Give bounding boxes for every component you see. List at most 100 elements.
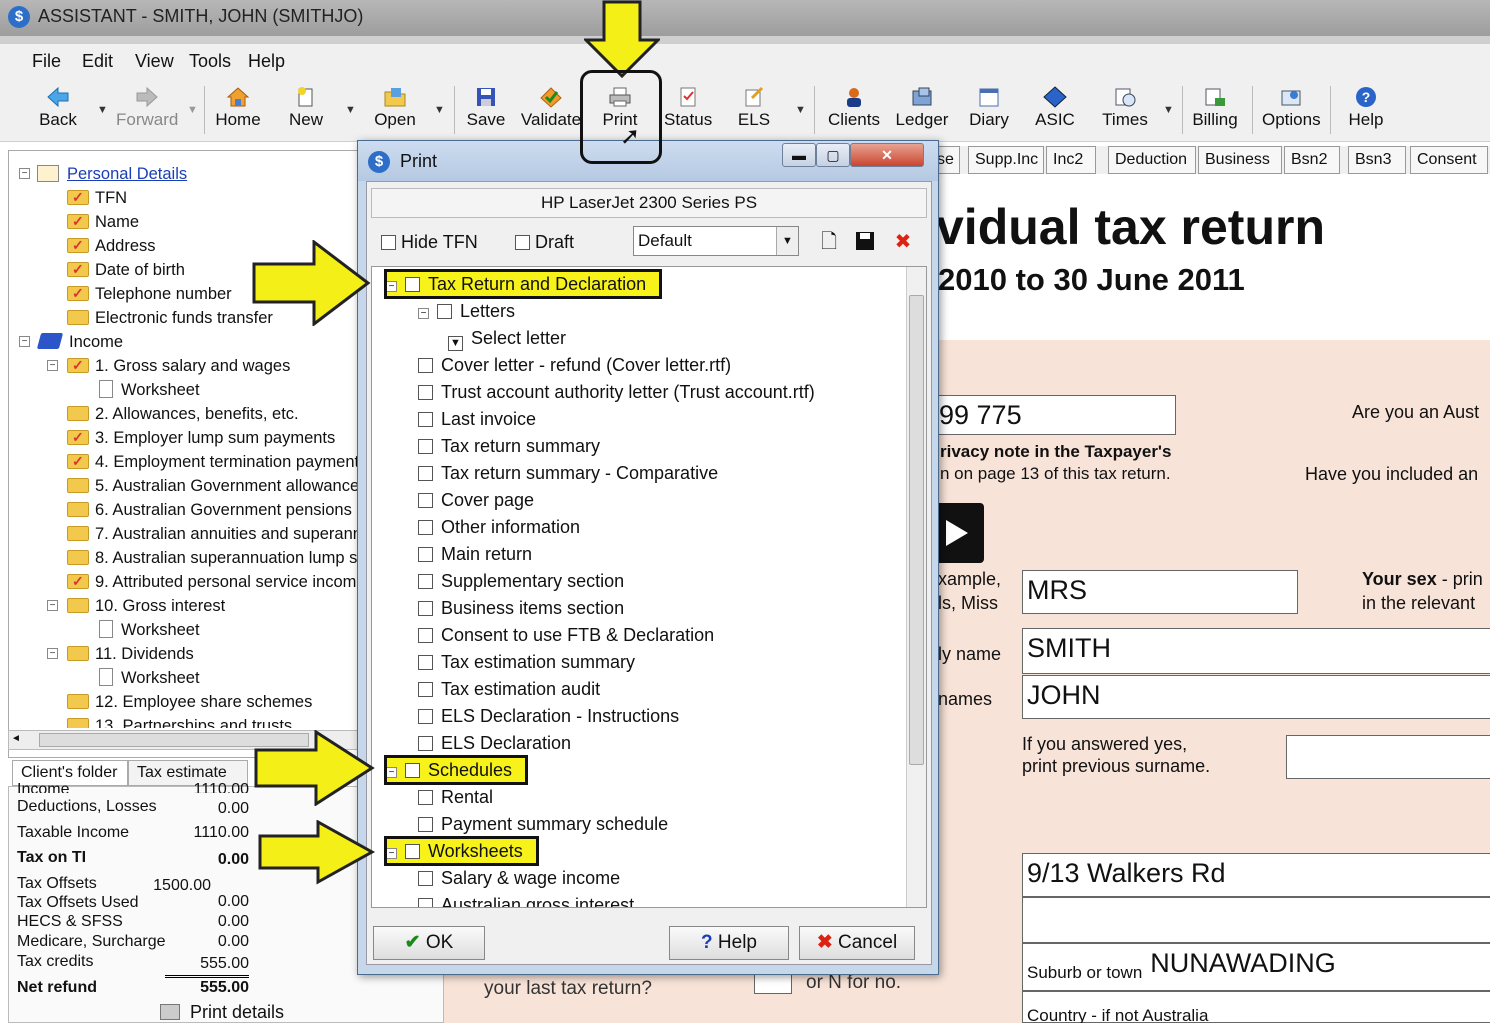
cancel-button[interactable]: ✖ Cancel [799, 926, 915, 960]
report-item[interactable]: − Letters [418, 298, 515, 324]
checkbox[interactable] [418, 466, 433, 481]
checkbox[interactable] [418, 493, 433, 508]
maximize-button[interactable]: ▢ [816, 143, 850, 167]
report-item[interactable]: Tax return summary [418, 433, 600, 459]
tree-item-name[interactable]: Name [67, 209, 139, 234]
asic-button[interactable]: ASIC [1034, 80, 1076, 142]
checkbox[interactable] [418, 547, 433, 562]
tree-item-gross-interest[interactable]: 10. Gross interest [67, 594, 225, 618]
tab-business[interactable]: Business [1198, 146, 1282, 174]
suburb-field[interactable]: Suburb or town NUNAWADING [1022, 943, 1490, 991]
report-item[interactable]: Business items section [418, 595, 624, 621]
chevron-down-icon[interactable]: ▼ [776, 227, 798, 255]
tree-item-allowances[interactable]: 2. Allowances, benefits, etc. [67, 402, 299, 426]
report-item[interactable]: Other information [418, 514, 580, 540]
save-preset-icon[interactable] [853, 230, 877, 254]
report-group[interactable]: − Worksheets [384, 836, 539, 866]
tree-item-personal-details[interactable]: Personal Details [37, 162, 187, 186]
checkbox[interactable] [418, 898, 433, 907]
tree-item-psi[interactable]: 9. Attributed personal service income [67, 569, 359, 594]
checkbox[interactable] [437, 304, 452, 319]
ledger-button[interactable]: Ledger [895, 80, 949, 142]
diary-button[interactable]: Diary [968, 80, 1010, 142]
tab-supp-inc[interactable]: Supp.Inc [968, 146, 1044, 174]
tree-item-gross-salary[interactable]: 1. Gross salary and wages [67, 353, 290, 378]
report-group[interactable]: − Schedules [383, 755, 529, 785]
menu-tools[interactable]: Tools [189, 51, 231, 72]
tree-item-tfn[interactable]: TFN [67, 185, 127, 210]
close-button[interactable]: ✕ [850, 143, 924, 167]
address-line1-field[interactable]: 9/13 Walkers Rd [1022, 853, 1490, 897]
report-item[interactable]: Trust account authority letter (Trust ac… [418, 379, 815, 405]
country-field[interactable]: Country - if not Australia [1022, 991, 1490, 1023]
checkbox[interactable] [418, 871, 433, 886]
delete-preset-icon[interactable]: ✖ [891, 230, 915, 254]
els-dropdown-arrow[interactable]: ▼ [795, 104, 806, 116]
report-item[interactable]: Australian gross interest [418, 892, 634, 907]
checkbox[interactable] [418, 601, 433, 616]
menu-file[interactable]: File [32, 51, 61, 72]
tree-item-worksheet[interactable]: Worksheet [99, 618, 200, 642]
tree-item-govt-allowances[interactable]: 5. Australian Government allowances [67, 474, 359, 498]
previous-surname-field[interactable] [1286, 735, 1490, 779]
open-button[interactable]: Open [372, 80, 418, 142]
ok-button[interactable]: ✔ OK [373, 926, 485, 960]
checkbox[interactable] [515, 235, 530, 250]
family-name-field[interactable]: SMITH [1022, 628, 1490, 674]
report-group[interactable]: − Tax Return and Declaration [383, 269, 663, 299]
menu-edit[interactable]: Edit [82, 51, 113, 72]
clients-button[interactable]: Clients [828, 80, 880, 142]
billing-button[interactable]: Billing [1192, 80, 1238, 142]
open-dropdown-arrow[interactable]: ▼ [434, 104, 445, 116]
print-details-button[interactable]: Print details [160, 1002, 284, 1023]
report-item[interactable]: Supplementary section [418, 568, 624, 594]
expander-icon[interactable]: − [386, 848, 397, 859]
tree-expander[interactable]: − [47, 648, 58, 659]
tfn-field[interactable]: 99 775 [934, 395, 1176, 435]
report-list-scrollbar[interactable] [906, 267, 926, 907]
home-button[interactable]: Home [214, 80, 262, 142]
checkbox[interactable] [418, 655, 433, 670]
checkbox[interactable] [418, 358, 433, 373]
report-item[interactable]: Consent to use FTB & Declaration [418, 622, 714, 648]
back-button[interactable]: Back [36, 80, 80, 142]
back-dropdown-arrow[interactable]: ▼ [97, 104, 108, 116]
checkbox[interactable] [418, 412, 433, 427]
help-button[interactable]: ? Help [1346, 80, 1386, 142]
times-button[interactable]: Times [1100, 80, 1150, 142]
tree-expander[interactable]: − [19, 336, 30, 347]
tree-item-dividends[interactable]: 11. Dividends [67, 642, 194, 666]
new-preset-icon[interactable]: 🗋 [817, 230, 841, 254]
expander-icon[interactable]: − [386, 281, 397, 292]
report-item[interactable]: Tax return summary - Comparative [418, 460, 718, 486]
printer-name[interactable]: HP LaserJet 2300 Series PS [371, 188, 927, 218]
validate-button[interactable]: Validate [520, 80, 582, 142]
report-item[interactable]: Salary & wage income [418, 865, 620, 891]
last-return-answer-field[interactable] [754, 972, 792, 994]
help-button-dialog[interactable]: ? Help [669, 926, 789, 960]
scroll-left-icon[interactable]: ◄ [11, 733, 21, 744]
report-item[interactable]: ▼ Select letter [448, 325, 566, 351]
report-item[interactable]: ELS Declaration [418, 730, 571, 756]
tree-item-super-lump-sum[interactable]: 8. Australian superannuation lump su [67, 546, 359, 570]
given-names-field[interactable]: JOHN [1022, 675, 1490, 719]
address-line2-field[interactable] [1022, 897, 1490, 943]
report-item[interactable]: Rental [418, 784, 493, 810]
tree-item-eft[interactable]: Electronic funds transfer [67, 306, 273, 330]
menu-view[interactable]: View [135, 51, 174, 72]
scroll-thumb[interactable] [909, 295, 924, 765]
report-item[interactable]: Main return [418, 541, 532, 567]
options-button[interactable]: Options [1262, 80, 1321, 142]
checkbox[interactable] [405, 844, 420, 859]
tree-item-employee-shares[interactable]: 12. Employee share schemes [67, 690, 312, 714]
tree-item-address[interactable]: Address [67, 233, 156, 258]
menu-help[interactable]: Help [248, 51, 285, 72]
expander-icon[interactable]: − [418, 308, 429, 319]
report-item[interactable]: Last invoice [418, 406, 536, 432]
checkbox[interactable] [418, 790, 433, 805]
tree-expander[interactable]: − [19, 168, 30, 179]
tree-item-worksheet[interactable]: Worksheet [99, 378, 200, 402]
tree-item-income[interactable]: Income [36, 330, 123, 354]
minimize-button[interactable]: ▬ [782, 143, 816, 167]
title-field[interactable]: MRS [1022, 570, 1298, 614]
